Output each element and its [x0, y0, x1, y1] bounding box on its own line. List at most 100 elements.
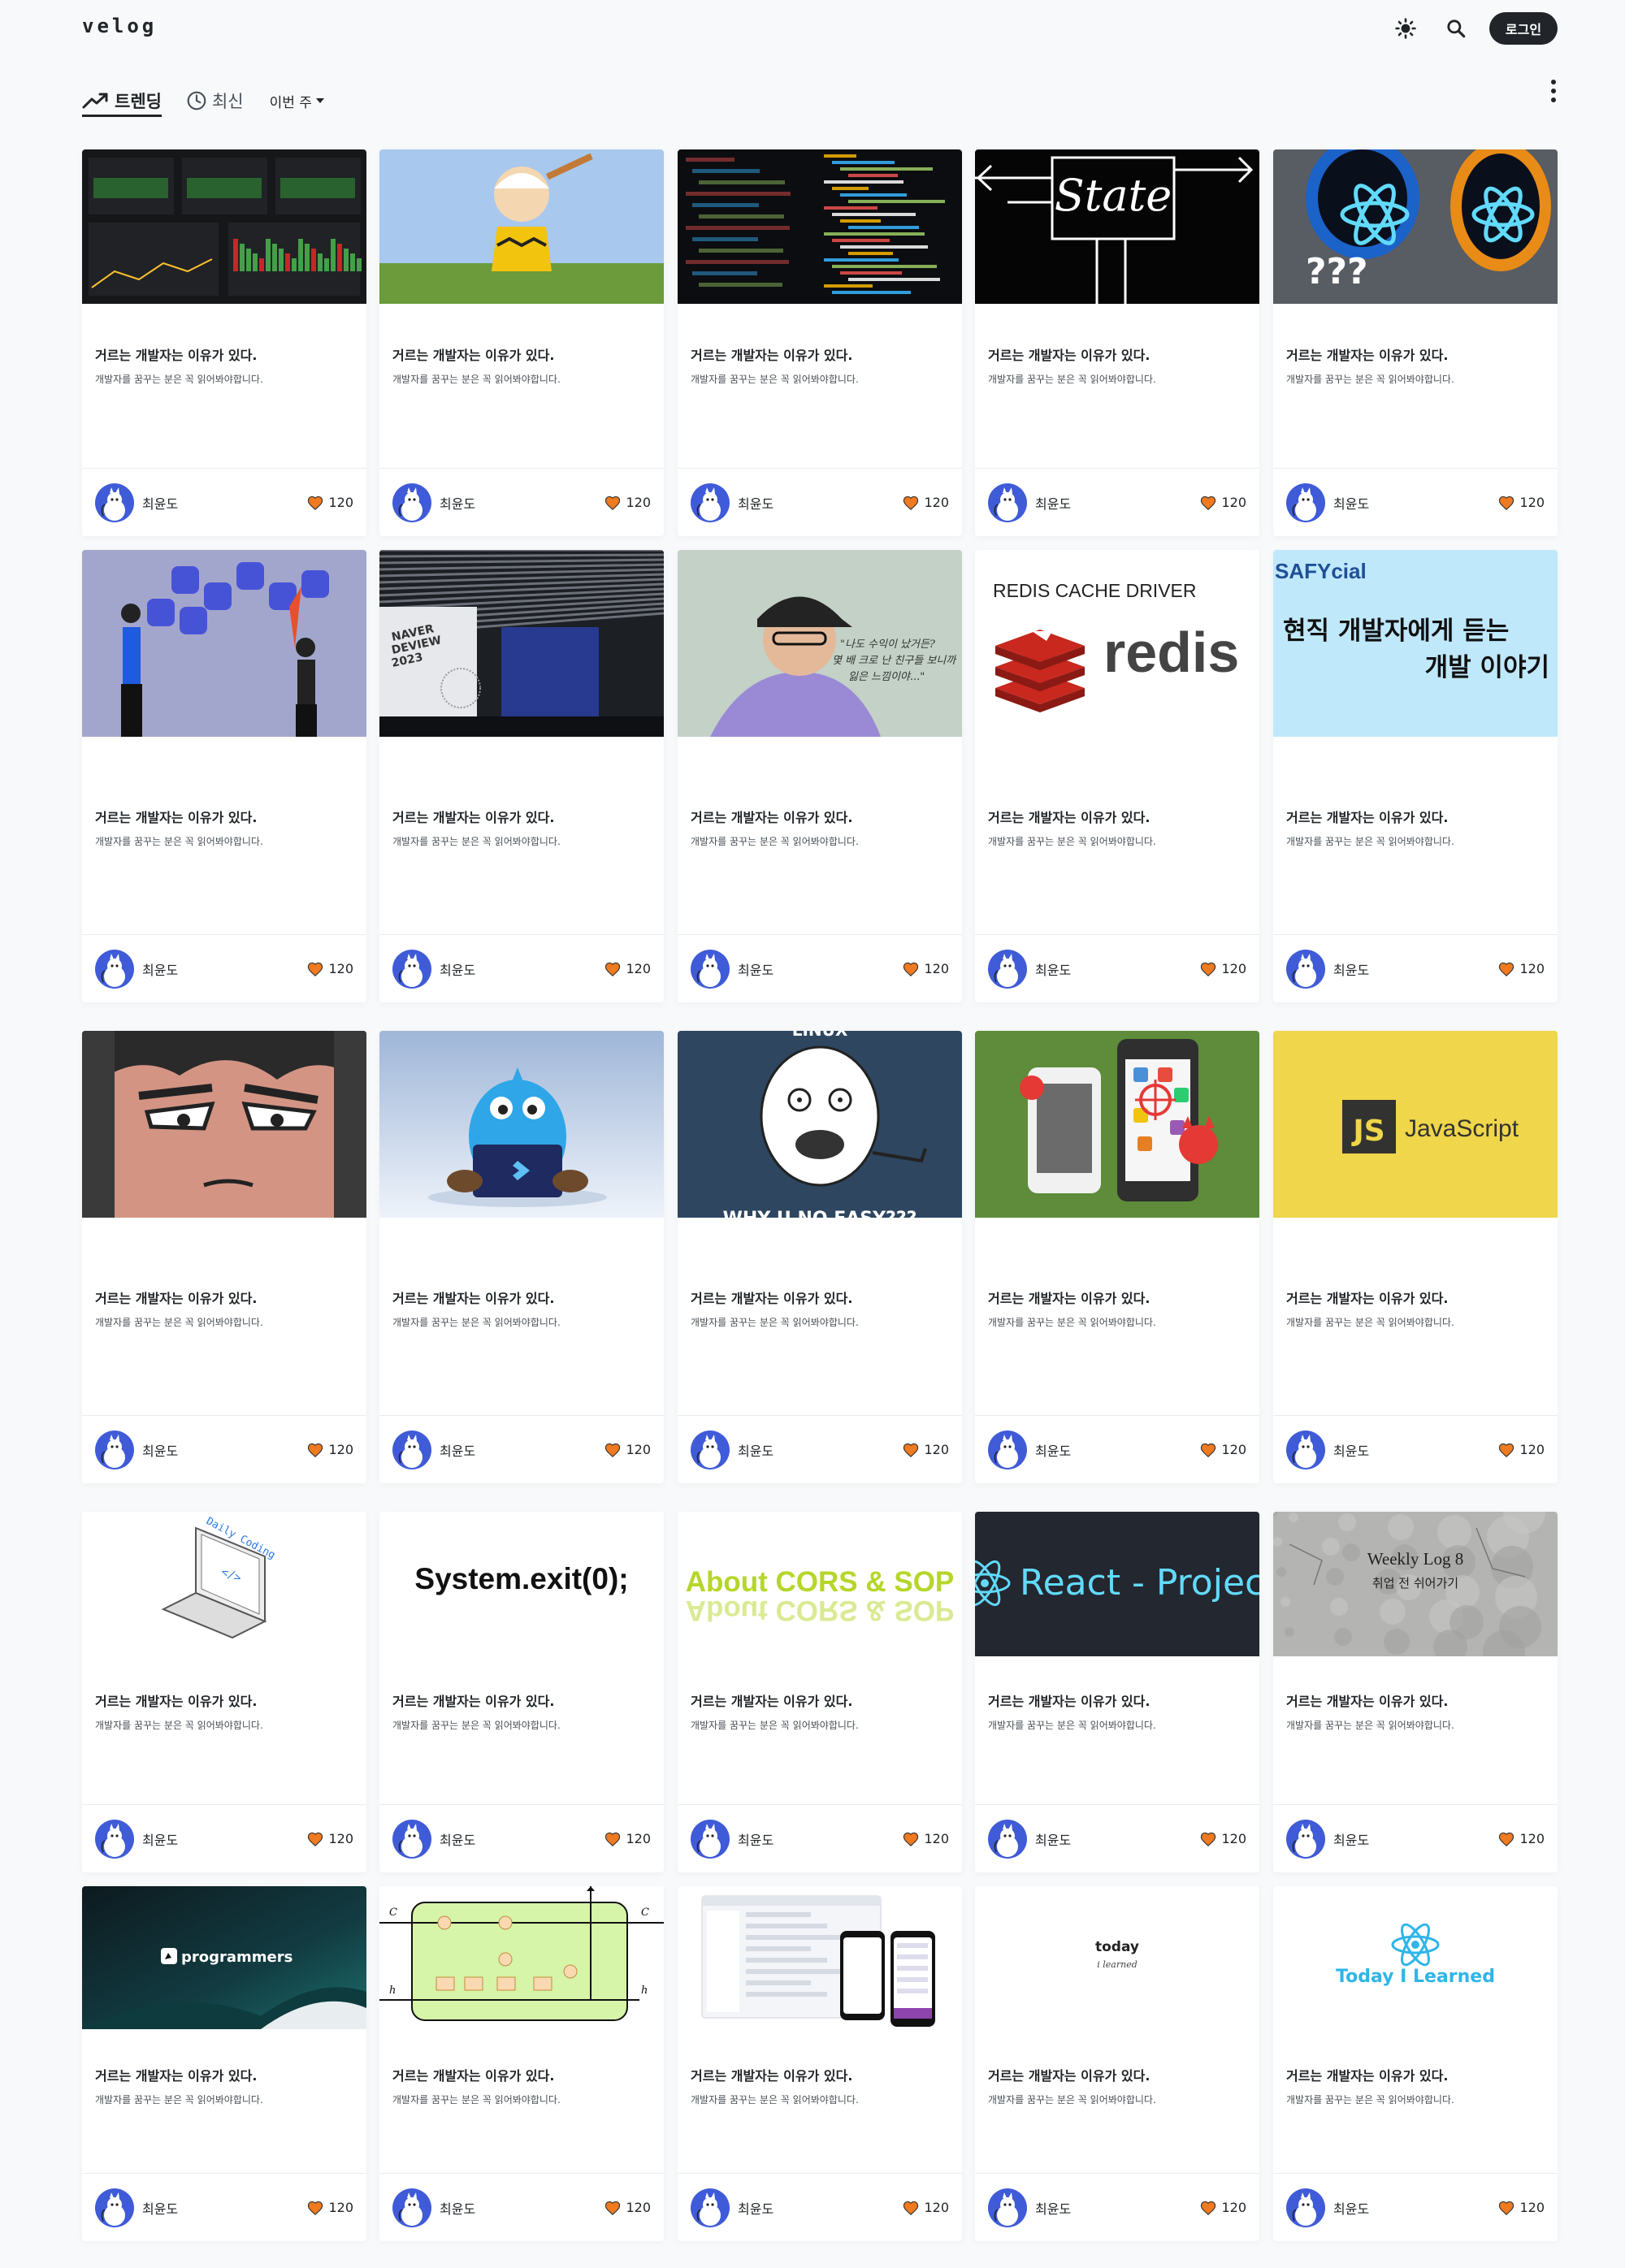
post-thumbnail[interactable]: JS JavaScript — [1273, 1031, 1558, 1218]
post-title[interactable]: 거르는 개발자는 이유가 있다. — [1286, 344, 1545, 364]
author-name[interactable]: 최윤도 — [142, 2198, 178, 2218]
post-thumbnail[interactable] — [379, 1031, 664, 1218]
author-avatar[interactable] — [392, 2188, 431, 2227]
post-card[interactable]: "나도 수익이 났거든? 몇 배 크로 난 친구들 보니까 잃은 느낌이야...… — [678, 550, 962, 1002]
post-thumbnail[interactable]: </> Daily Coding — [82, 1512, 366, 1656]
tab-trending[interactable]: 트렌딩 — [82, 84, 162, 117]
author-avatar[interactable] — [691, 1819, 730, 1859]
post-card[interactable]: 거르는 개발자는 이유가 있다. 개발자를 꿈꾸는 분은 꼭 읽어봐야합니다. … — [82, 1031, 366, 1483]
author-avatar[interactable] — [392, 1819, 431, 1859]
author-avatar[interactable] — [392, 949, 431, 989]
post-card[interactable]: LINUX WHY U NO EASY??? 거르는 개발자는 이유가 있다. … — [678, 1031, 962, 1483]
login-button[interactable]: 로그인 — [1489, 12, 1558, 45]
author-name[interactable]: 최윤도 — [1035, 1440, 1071, 1460]
author-avatar[interactable] — [988, 2188, 1027, 2227]
post-title[interactable]: 거르는 개발자는 이유가 있다. — [95, 2065, 353, 2084]
author-name[interactable]: 최윤도 — [738, 2198, 774, 2218]
post-card[interactable]: 거르는 개발자는 이유가 있다. 개발자를 꿈꾸는 분은 꼭 읽어봐야합니다. … — [82, 149, 366, 536]
theme-toggle-button[interactable] — [1393, 16, 1418, 41]
author-name[interactable]: 최윤도 — [1035, 493, 1071, 513]
author-avatar[interactable] — [95, 483, 134, 522]
post-card[interactable]: C C h h 거르는 개발자는 이유가 있다. 개발자를 꿈꾸는 분은 꼭 읽어봐… — [379, 1886, 664, 2241]
author-avatar[interactable] — [95, 949, 134, 989]
post-card[interactable]: System.exit(0); 거르는 개발자는 이유가 있다. 개발자를 꿈꾸… — [379, 1512, 664, 1872]
post-thumbnail[interactable]: NAVER DEVIEW 2023 — [379, 550, 664, 737]
post-card[interactable]: NAVER DEVIEW 2023 거르는 개발자는 이유가 있다. 개발자를 … — [379, 550, 664, 1002]
post-card[interactable]: 거르는 개발자는 이유가 있다. 개발자를 꿈꾸는 분은 꼭 읽어봐야합니다. … — [379, 149, 664, 536]
post-card[interactable]: today i learned 거르는 개발자는 이유가 있다. 개발자를 꿈꾸… — [975, 1886, 1259, 2241]
author-name[interactable]: 최윤도 — [1333, 1440, 1369, 1460]
author-name[interactable]: 최윤도 — [142, 959, 178, 979]
post-card[interactable]: Weekly Log 8 취업 전 쉬어가기 거르는 개발자는 이유가 있다. … — [1273, 1512, 1558, 1872]
post-title[interactable]: 거르는 개발자는 이유가 있다. — [95, 1288, 353, 1307]
author-avatar[interactable] — [392, 483, 431, 522]
author-avatar[interactable] — [691, 949, 730, 989]
post-title[interactable]: 거르는 개발자는 이유가 있다. — [95, 807, 353, 826]
post-thumbnail[interactable]: Today I Learned — [1273, 1886, 1558, 2029]
author-name[interactable]: 최윤도 — [1035, 2198, 1071, 2218]
author-name[interactable]: 최윤도 — [142, 1440, 178, 1460]
post-title[interactable]: 거르는 개발자는 이유가 있다. — [988, 1690, 1246, 1710]
post-thumbnail[interactable]: ??? — [1273, 149, 1558, 304]
post-thumbnail[interactable] — [82, 1031, 366, 1218]
search-button[interactable] — [1444, 16, 1468, 41]
post-title[interactable]: 거르는 개발자는 이유가 있다. — [392, 1690, 651, 1710]
post-card[interactable]: 거르는 개발자는 이유가 있다. 개발자를 꿈꾸는 분은 꼭 읽어봐야합니다. … — [379, 1031, 664, 1483]
post-card[interactable]: Today I Learned 거르는 개발자는 이유가 있다. 개발자를 꿈꾸… — [1273, 1886, 1558, 2241]
author-name[interactable]: 최윤도 — [738, 1440, 774, 1460]
post-title[interactable]: 거르는 개발자는 이유가 있다. — [691, 2065, 949, 2084]
post-thumbnail[interactable]: "나도 수익이 났거든? 몇 배 크로 난 친구들 보니까 잃은 느낌이야...… — [678, 550, 962, 737]
post-title[interactable]: 거르는 개발자는 이유가 있다. — [988, 1288, 1246, 1307]
author-name[interactable]: 최윤도 — [738, 493, 774, 513]
post-thumbnail[interactable] — [82, 550, 366, 737]
post-title[interactable]: 거르는 개발자는 이유가 있다. — [95, 344, 353, 364]
post-thumbnail[interactable]: State — [975, 149, 1259, 304]
post-title[interactable]: 거르는 개발자는 이유가 있다. — [691, 1288, 949, 1307]
post-thumbnail[interactable] — [678, 1886, 962, 2029]
post-thumbnail[interactable]: React - Projec — [975, 1512, 1259, 1656]
author-avatar[interactable] — [1286, 2188, 1325, 2227]
post-thumbnail[interactable]: Weekly Log 8 취업 전 쉬어가기 — [1273, 1512, 1558, 1656]
post-thumbnail[interactable] — [975, 1031, 1259, 1218]
author-name[interactable]: 최윤도 — [440, 1440, 475, 1460]
post-title[interactable]: 거르는 개발자는 이유가 있다. — [1286, 2065, 1545, 2084]
post-title[interactable]: 거르는 개발자는 이유가 있다. — [691, 807, 949, 826]
post-thumbnail[interactable] — [678, 149, 962, 304]
period-dropdown[interactable]: 이번 주 — [270, 91, 325, 111]
author-avatar[interactable] — [95, 2188, 134, 2227]
post-thumbnail[interactable]: System.exit(0); — [379, 1512, 664, 1656]
author-name[interactable]: 최윤도 — [738, 1829, 774, 1849]
post-thumbnail[interactable]: today i learned — [975, 1886, 1259, 2029]
author-avatar[interactable] — [988, 1430, 1027, 1469]
more-options-button[interactable] — [1544, 76, 1563, 106]
post-title[interactable]: 거르는 개발자는 이유가 있다. — [1286, 1288, 1545, 1307]
post-card[interactable]: SAFYcial 현직 개발자에게 듣는 개발 이야기 거르는 개발자는 이유가… — [1273, 550, 1558, 1002]
post-thumbnail[interactable] — [379, 149, 664, 304]
post-thumbnail[interactable]: programmers — [82, 1886, 366, 2029]
post-title[interactable]: 거르는 개발자는 이유가 있다. — [691, 344, 949, 364]
post-title[interactable]: 거르는 개발자는 이유가 있다. — [95, 1690, 353, 1710]
author-name[interactable]: 최윤도 — [440, 2198, 475, 2218]
velog-logo[interactable]: velog — [82, 15, 157, 37]
post-card[interactable]: </> Daily Coding 거르는 개발자는 이유가 있다. 개발자를 꿈… — [82, 1512, 366, 1872]
author-name[interactable]: 최윤도 — [1333, 2198, 1369, 2218]
author-name[interactable]: 최윤도 — [1035, 1829, 1071, 1849]
author-avatar[interactable] — [1286, 1430, 1325, 1469]
post-thumbnail[interactable]: SAFYcial 현직 개발자에게 듣는 개발 이야기 — [1273, 550, 1558, 737]
post-title[interactable]: 거르는 개발자는 이유가 있다. — [1286, 1690, 1545, 1710]
author-avatar[interactable] — [988, 949, 1027, 989]
author-name[interactable]: 최윤도 — [142, 1829, 178, 1849]
post-card[interactable]: State 거르는 개발자는 이유가 있다. 개발자를 꿈꾸는 분은 꼭 읽어봐… — [975, 149, 1259, 536]
tab-recent[interactable]: 최신 — [186, 84, 244, 117]
author-name[interactable]: 최윤도 — [440, 1829, 475, 1849]
post-card[interactable]: 거르는 개발자는 이유가 있다. 개발자를 꿈꾸는 분은 꼭 읽어봐야합니다. … — [975, 1031, 1259, 1483]
post-title[interactable]: 거르는 개발자는 이유가 있다. — [988, 2065, 1246, 2084]
post-title[interactable]: 거르는 개발자는 이유가 있다. — [691, 1690, 949, 1710]
post-title[interactable]: 거르는 개발자는 이유가 있다. — [1286, 807, 1545, 826]
author-avatar[interactable] — [1286, 483, 1325, 522]
post-thumbnail[interactable]: About CORS & SOP About CORS & SOP — [678, 1512, 962, 1656]
post-thumbnail[interactable]: REDIS CACHE DRIVER redis — [975, 550, 1259, 737]
post-card[interactable]: 거르는 개발자는 이유가 있다. 개발자를 꿈꾸는 분은 꼭 읽어봐야합니다. … — [82, 550, 366, 1002]
author-avatar[interactable] — [988, 1819, 1027, 1859]
post-title[interactable]: 거르는 개발자는 이유가 있다. — [988, 807, 1246, 826]
